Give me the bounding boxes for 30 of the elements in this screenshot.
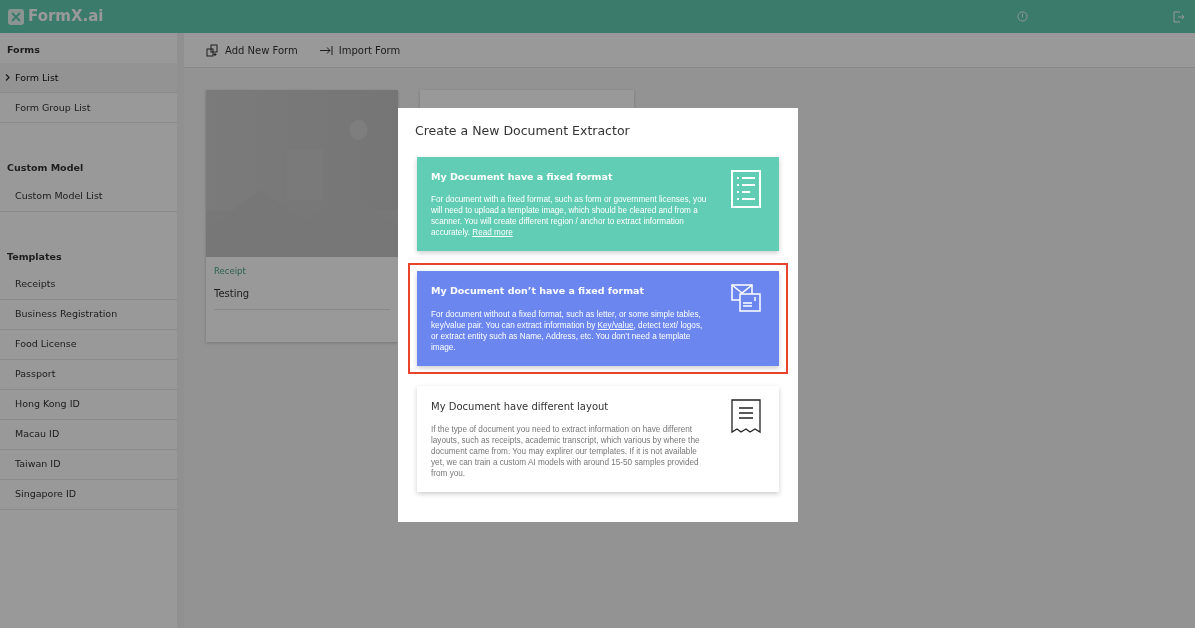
form-tag: Receipt [214, 265, 390, 278]
sidebar-item[interactable]: Form List [0, 63, 177, 94]
list-document-icon [731, 169, 761, 208]
option-card[interactable] [417, 156, 779, 252]
add-form-button[interactable]: Add New Form [206, 42, 298, 58]
add-form-icon [206, 43, 219, 57]
form-card[interactable]: Receipt Testing [206, 90, 398, 342]
dialog-title: Create a New Document Extractor [415, 122, 631, 140]
section-heading: Templates [6, 249, 63, 264]
option-title: My Document have a fixed format [431, 169, 614, 184]
form-title: Testing [214, 285, 390, 310]
option-description: If the type of document you need to extract information on have different layouts, such as receipts, academic transcript, which various by where the document came from. You may explirer our templates. If it is not available yet, we can train a custom AI models with around 15-50 samples provided from you. [431, 423, 701, 480]
option-card[interactable] [417, 271, 779, 366]
logout-icon[interactable] [1173, 10, 1185, 23]
info-icon[interactable] [1017, 11, 1028, 22]
option-card[interactable] [417, 385, 779, 493]
option-description: For document without a fixed format, such as letter, or some simple tables, key/value pair. You can extract information by Key/value, detect text/ logos, or extract entity such as Name, Address, etc. You don’t need a template image. [431, 308, 704, 353]
option-title: My Document have different layout [431, 399, 610, 414]
receipt-icon [731, 398, 761, 435]
option-description: For document with a fixed format, such as form or government licenses, you will need to upload a template image, which should be cleared and from a scanner. You will create different region / anchor to extract information accurately. Read more [431, 194, 708, 239]
option-title: My Document don’t have a fixed format [431, 284, 645, 299]
import-icon [319, 44, 333, 56]
section-heading: Forms [6, 43, 41, 57]
section-heading: Custom Model [6, 161, 85, 176]
logo-icon [8, 8, 24, 25]
mail-icon [731, 284, 761, 313]
read-more-link[interactable]: Key/value [597, 320, 634, 330]
import-form-button[interactable]: Import Form [319, 42, 401, 58]
logo: FormX.ai [28, 6, 104, 28]
chevron-icon [5, 74, 10, 82]
